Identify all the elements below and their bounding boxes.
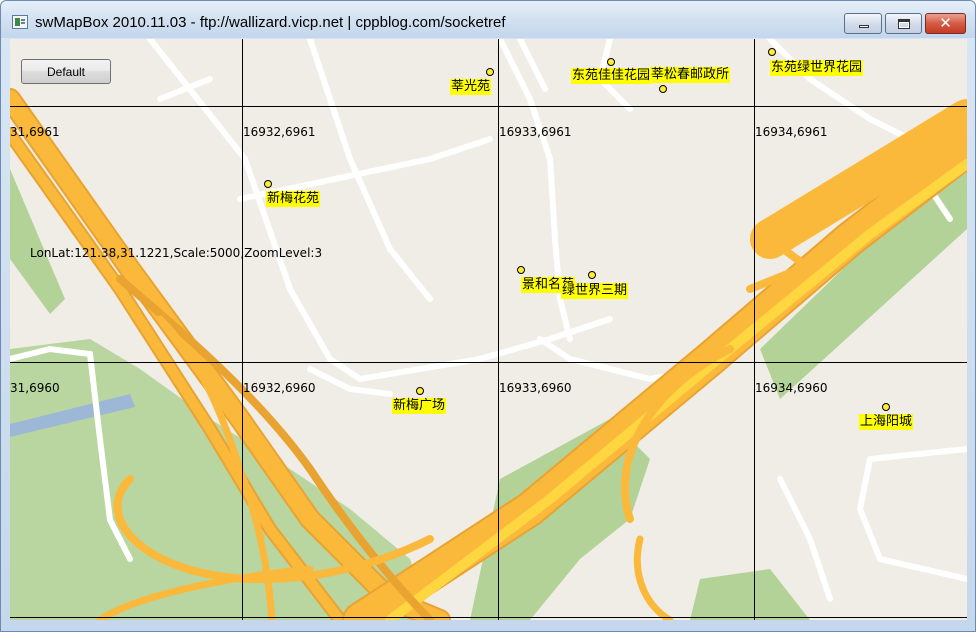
poi-label[interactable]: 莘松春邮政所 [650, 67, 731, 83]
default-button[interactable]: Default [21, 59, 111, 84]
poi-marker-icon[interactable] [768, 48, 776, 56]
poi-label[interactable]: 莘光苑 [450, 79, 492, 95]
maximize-button[interactable] [885, 13, 922, 34]
tile-label: 16933,6960 [499, 381, 572, 395]
poi-label[interactable]: 东苑佳佳花园 [571, 68, 652, 84]
window-title: swMapBox 2010.11.03 - ftp://wallizard.vi… [35, 14, 506, 31]
minimize-icon [859, 25, 869, 28]
app-window: swMapBox 2010.11.03 - ftp://wallizard.vi… [0, 0, 976, 632]
poi-label[interactable]: 新梅广场 [392, 398, 447, 414]
poi-label[interactable]: 上海阳城 [859, 414, 914, 430]
poi-label[interactable]: 新梅花苑 [266, 191, 321, 207]
minimize-button[interactable] [844, 13, 882, 34]
poi-marker-icon[interactable] [882, 403, 890, 411]
tile-grid-line [10, 617, 967, 618]
tile-label: 31,6960 [10, 381, 60, 395]
poi-label[interactable]: 绿世界三期 [561, 283, 629, 299]
tile-label: 16934,6960 [755, 381, 828, 395]
tile-label: 16933,6961 [499, 125, 572, 139]
map-canvas[interactable]: 31,6961 16932,6961 16933,6961 16934,6961… [10, 39, 967, 620]
maximize-icon [898, 19, 910, 29]
poi-marker-icon[interactable] [416, 387, 424, 395]
tile-label: 31,6961 [10, 125, 60, 139]
title-bar[interactable]: swMapBox 2010.11.03 - ftp://wallizard.vi… [1, 1, 975, 38]
app-icon [12, 15, 28, 29]
tile-label: 16934,6961 [755, 125, 828, 139]
poi-marker-icon[interactable] [517, 266, 525, 274]
close-button[interactable]: ✕ [925, 13, 966, 34]
poi-marker-icon[interactable] [588, 271, 596, 279]
tile-grid-line [10, 106, 967, 107]
poi-marker-icon[interactable] [486, 68, 494, 76]
poi-marker-icon[interactable] [607, 58, 615, 66]
tile-label: 16932,6960 [243, 381, 316, 395]
poi-label[interactable]: 东苑绿世界花园 [770, 60, 864, 76]
poi-marker-icon[interactable] [264, 180, 272, 188]
tile-grid-line [10, 362, 967, 363]
close-icon: ✕ [939, 14, 952, 32]
tile-label: 16932,6961 [243, 125, 316, 139]
poi-marker-icon[interactable] [659, 85, 667, 93]
map-status-text: LonLat:121.38,31.1221,Scale:5000,ZoomLev… [30, 246, 323, 260]
